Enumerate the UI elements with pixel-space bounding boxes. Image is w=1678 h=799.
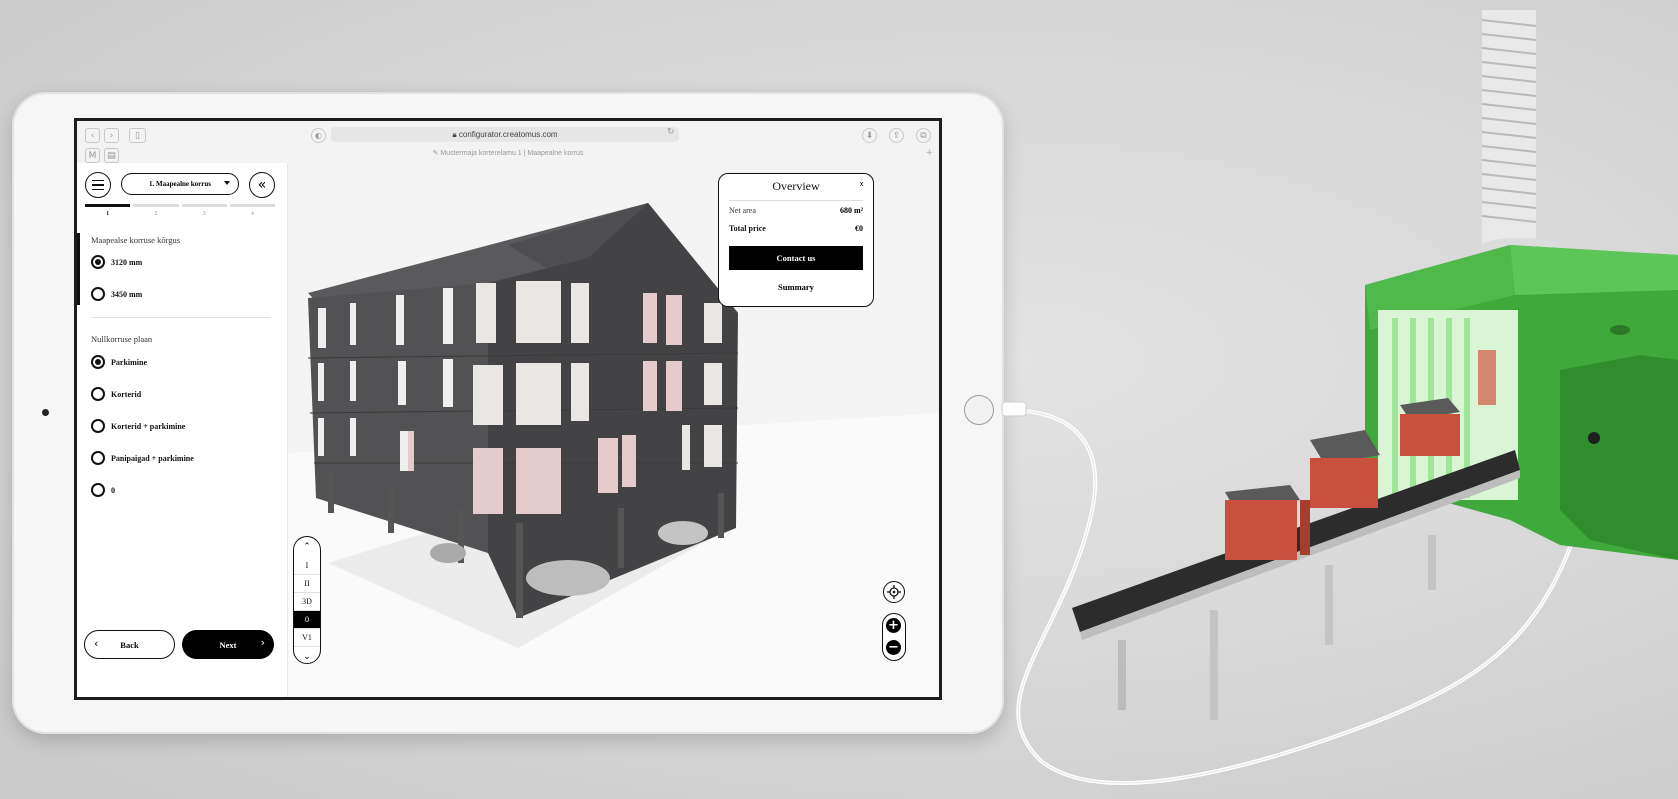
- radio-option-label: Korterid + parkimine: [111, 421, 186, 431]
- total-price-value: €0: [855, 224, 863, 233]
- browser-toolbar: ‹ › ▯ ◐ 🔒︎ configurator.creatomus.com ↻ …: [77, 121, 939, 164]
- radio-option-label: 3450 mm: [111, 289, 143, 299]
- radio-option-panipaigad-parkimine[interactable]: Panipaigad + parkimine: [91, 451, 194, 465]
- radio-unselected-icon[interactable]: [91, 451, 105, 465]
- green-machine: [1365, 245, 1678, 560]
- section-divider: [91, 317, 271, 318]
- total-price-row: Total price €0: [729, 224, 863, 233]
- radio-selected-icon[interactable]: [91, 355, 105, 369]
- share-icon[interactable]: ⇪: [889, 128, 904, 143]
- radio-option-label: 0: [111, 485, 115, 495]
- net-area-row: Net area 680 m²: [729, 206, 863, 215]
- ipad-screen: ‹ › ▯ ◐ 🔒︎ configurator.creatomus.com ↻ …: [74, 118, 942, 700]
- next-button[interactable]: Next ›: [182, 630, 274, 659]
- radio-unselected-icon[interactable]: [91, 287, 105, 301]
- configurator-panel: 1. Maapealne korrus « 1 2 3 4 Maapealse …: [77, 163, 288, 697]
- chevron-up-icon[interactable]: ⌃: [294, 537, 320, 557]
- collapse-chevron-icon[interactable]: ⌄ ⌃: [858, 178, 865, 192]
- radio-option-label: Panipaigad + parkimine: [111, 453, 194, 463]
- reload-icon[interactable]: ↻: [667, 127, 675, 137]
- miniature-houses: [1225, 350, 1496, 560]
- overview-title: Overview: [772, 179, 820, 193]
- radio-selected-icon[interactable]: [91, 255, 105, 269]
- summary-link[interactable]: Summary: [719, 282, 873, 292]
- floor-select-value: 1. Maapealne korrus: [148, 180, 212, 188]
- sidebar-toggle-icon[interactable]: ▯: [129, 128, 146, 143]
- tabs-icon[interactable]: ⧉: [916, 128, 931, 143]
- next-button-label: Next: [219, 639, 237, 650]
- step-3-number: 3: [202, 210, 206, 217]
- collapse-panel-icon[interactable]: «: [249, 172, 275, 198]
- address-bar-url: configurator.creatomus.com: [458, 130, 558, 139]
- ipad-camera: [42, 409, 49, 416]
- radio-option-3120[interactable]: 3120 mm: [91, 255, 142, 269]
- floor-switcher: ⌃ I II 3D 0 V1 ⌄: [293, 536, 321, 664]
- step-2[interactable]: 2: [133, 204, 179, 217]
- radio-option-label: Parkimine: [111, 357, 147, 367]
- 3d-viewport[interactable]: Overview ⌄ ⌃ Net area 680 m² Total price …: [288, 163, 939, 697]
- contact-us-button[interactable]: Contact us: [729, 246, 863, 270]
- hamburger-menu-icon[interactable]: [85, 172, 111, 198]
- radio-option-korterid-parkimine[interactable]: Korterid + parkimine: [91, 419, 185, 433]
- active-section-indicator: [77, 233, 80, 305]
- floor-option-0[interactable]: 0: [294, 611, 320, 629]
- tab-bar: M ▤ ✎ Mustermaja korterelamu 1 | Maapeal…: [77, 146, 939, 163]
- chevron-down-icon: [224, 181, 230, 185]
- zoom-in-icon[interactable]: +: [886, 618, 901, 633]
- radio-unselected-icon[interactable]: [91, 483, 105, 497]
- radio-unselected-icon[interactable]: [91, 419, 105, 433]
- zoom-out-icon[interactable]: −: [886, 640, 901, 655]
- step-4[interactable]: 4: [229, 204, 275, 217]
- radio-option-0[interactable]: 0: [91, 483, 115, 497]
- floor-select-dropdown[interactable]: 1. Maapealne korrus: [121, 173, 239, 195]
- floor-height-label: Maapealse korruse kõrgus: [91, 235, 181, 245]
- back-button-label: Back: [120, 639, 139, 650]
- exhaust-hose: [1478, 10, 1562, 258]
- step-1[interactable]: 1: [85, 204, 131, 217]
- recenter-target-icon[interactable]: [883, 581, 905, 603]
- active-tab[interactable]: ✎ Mustermaja korterelamu 1 | Maapealne k…: [77, 149, 939, 157]
- step-4-number: 4: [250, 210, 254, 217]
- ipad-home-button[interactable]: [964, 395, 994, 425]
- radio-option-label: Korterid: [111, 389, 142, 399]
- radio-option-parkimine[interactable]: Parkimine: [91, 355, 147, 369]
- chevron-right-icon: ›: [260, 636, 265, 649]
- radio-option-3450[interactable]: 3450 mm: [91, 287, 142, 301]
- download-icon[interactable]: ⬇: [862, 128, 877, 143]
- step-2-number: 2: [154, 210, 158, 217]
- step-1-number: 1: [106, 210, 110, 217]
- floor-option-ii[interactable]: II: [294, 575, 320, 593]
- ground-floor-plan-label: Nullkorruse plaan: [91, 334, 153, 344]
- lightning-connector: [1001, 401, 1027, 417]
- radio-option-korterid[interactable]: Korterid: [91, 387, 141, 401]
- net-area-label: Net area: [729, 206, 756, 215]
- charging-cable: [1005, 408, 1596, 785]
- floor-option-i[interactable]: I: [294, 557, 320, 575]
- address-bar[interactable]: 🔒︎ configurator.creatomus.com: [331, 127, 679, 142]
- total-price-label: Total price: [729, 224, 766, 233]
- net-area-value: 680 m²: [839, 206, 863, 215]
- conveyor-belt: [1072, 450, 1520, 720]
- back-arrow-icon[interactable]: ‹: [85, 128, 100, 143]
- step-progress: 1 2 3 4: [85, 204, 275, 217]
- step-3[interactable]: 3: [181, 204, 227, 217]
- ipad-device: ‹ › ▯ ◐ 🔒︎ configurator.creatomus.com ↻ …: [12, 92, 1004, 734]
- zoom-controls: + −: [882, 613, 906, 661]
- floor-option-v1[interactable]: V1: [294, 629, 320, 647]
- back-button[interactable]: ‹ Back: [84, 630, 175, 659]
- overview-card: Overview ⌄ ⌃ Net area 680 m² Total price …: [718, 173, 874, 307]
- overview-divider: [729, 200, 863, 201]
- chevron-left-icon: ‹: [94, 637, 99, 650]
- radio-unselected-icon[interactable]: [91, 387, 105, 401]
- radio-option-label: 3120 mm: [111, 257, 143, 267]
- forward-arrow-icon[interactable]: ›: [104, 128, 119, 143]
- floor-option-3d[interactable]: 3D: [294, 593, 320, 611]
- active-tab-title: Mustermaja korterelamu 1 | Maapealne kor…: [440, 150, 584, 157]
- new-tab-icon[interactable]: +: [925, 148, 933, 158]
- privacy-shield-icon[interactable]: ◐: [311, 128, 326, 143]
